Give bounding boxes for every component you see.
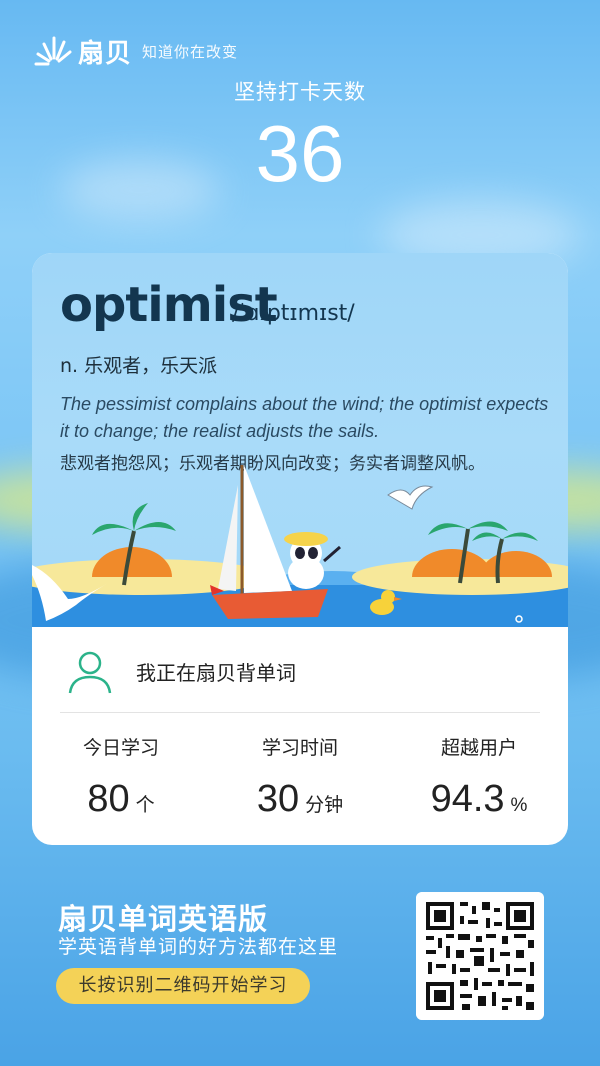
user-status-text: 我正在扇贝背单词: [136, 661, 296, 685]
streak-days: 36: [255, 109, 345, 198]
brand-slogan: 知道你在改变: [142, 42, 239, 61]
stat-value: 30: [256, 778, 300, 820]
stat-value: 80: [87, 778, 130, 820]
stat-today-words: 今日学习 80 个: [32, 733, 210, 821]
qr-code[interactable]: [416, 892, 544, 1020]
stats-divider: [60, 712, 540, 713]
word-share-card: optimist /ˈɑːptɪmɪst/ n. 乐观者，乐天派 The pes…: [32, 253, 568, 845]
scan-qr-cta[interactable]: 长按识别二维码开始学习: [56, 968, 310, 1004]
stat-unit: %: [510, 795, 528, 816]
word-definition: n. 乐观者，乐天派: [60, 355, 218, 377]
stat-value: 94.3: [430, 778, 505, 820]
word-phonetic: /ˈɑːptɪmɪst/: [232, 301, 355, 326]
app-subtitle: 学英语背单词的好方法都在这里: [58, 936, 339, 958]
word-panel: optimist /ˈɑːptɪmɪst/ n. 乐观者，乐天派 The pes…: [32, 253, 568, 627]
example-sentence-en: The pessimist complains about the wind; …: [60, 394, 549, 441]
brand-name: 扇贝: [78, 38, 133, 69]
user-status-row: 我正在扇贝背单词: [32, 627, 568, 713]
sailing-illustration: [32, 465, 568, 627]
stat-unit: 个: [135, 795, 155, 816]
stat-label: 今日学习: [82, 737, 159, 759]
brand-logo: 扇贝 知道你在改变: [32, 30, 238, 72]
stat-unit: 分钟: [305, 795, 344, 816]
streak-label: 坚持打卡天数: [234, 80, 366, 104]
stat-study-time: 学习时间 30 分钟: [211, 733, 389, 821]
stat-label: 超越用户: [440, 737, 517, 759]
stat-label: 学习时间: [261, 737, 338, 759]
shell-logo-icon: [34, 36, 72, 66]
user-avatar-icon: [68, 651, 112, 694]
stat-surpass-users: 超越用户 94.3%: [390, 733, 568, 821]
